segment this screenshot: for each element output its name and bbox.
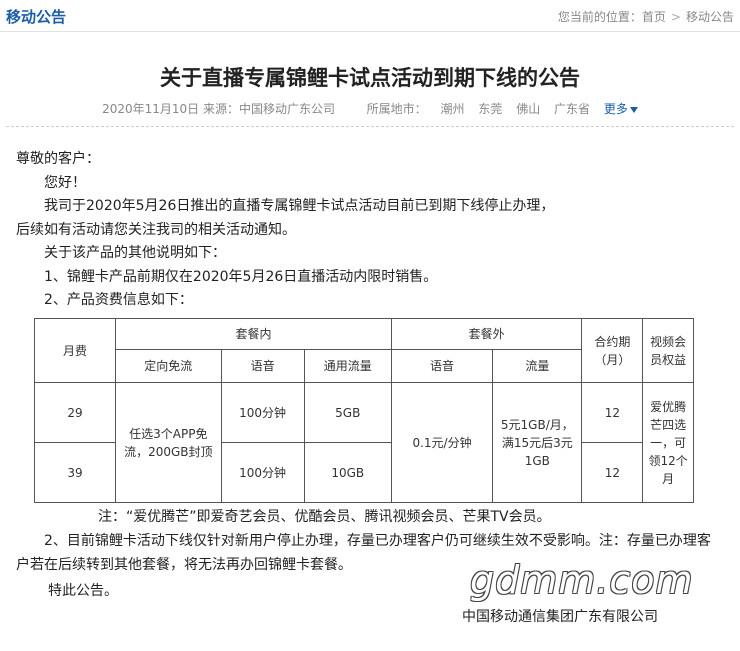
- breadcrumb-home-link[interactable]: 首页: [642, 10, 666, 24]
- note-item-2: 2、产品资费信息如下：: [44, 292, 193, 308]
- header-package-out: 套餐外: [390, 318, 583, 350]
- fee-table: 月费 套餐内 套餐外 合约期（月） 视频会员权益 定向免流 语音 通用流量 语音…: [33, 318, 694, 503]
- region-link-chaozhou[interactable]: 潮州: [441, 102, 465, 116]
- note-item-1: 1、锦鲤卡产品前期仅在2020年5月26日直播活动内限时销售。: [44, 268, 438, 285]
- region-link-dongguan[interactable]: 东莞: [478, 102, 502, 116]
- row2-fee: 39: [33, 442, 117, 503]
- table-header-row: 月费 套餐内 套餐外 合约期（月） 视频会员权益: [33, 318, 694, 383]
- subheader-data: 通用流量: [303, 349, 392, 383]
- greeting: 尊敬的客户：: [16, 151, 100, 167]
- paragraph-1: 我司于2020年5月26日推出的直播专属锦鲤卡试点活动目前已到期下线停止办理，: [44, 198, 555, 214]
- more-label: 更多: [603, 102, 628, 116]
- closing-text: 特此公告。: [48, 583, 118, 599]
- subheader-flow-out: 流量: [492, 349, 583, 383]
- row2-data: 10GB: [303, 442, 392, 503]
- breadcrumb-prefix: 您当前的位置：: [557, 10, 642, 24]
- row1-voice: 100分钟: [220, 382, 305, 443]
- top-bar: 移动公告 您当前的位置：首页 > 移动公告: [0, 0, 740, 32]
- directed-traffic-value: 任选3个APP免流，200GB封顶: [115, 382, 222, 503]
- subheader-voice-in: 语音: [220, 349, 305, 383]
- section-title[interactable]: 移动公告: [6, 6, 66, 27]
- header-contract-term: 合约期（月）: [581, 318, 644, 383]
- publish-date: 2020年11月10日: [102, 102, 200, 116]
- region-link-foshan[interactable]: 佛山: [516, 102, 540, 116]
- row1-term: 12: [581, 382, 644, 443]
- breadcrumb-separator: >: [670, 10, 681, 24]
- row2-term: 12: [581, 442, 644, 503]
- region-link-guangdong[interactable]: 广东省: [554, 102, 590, 116]
- header-package-in: 套餐内: [115, 318, 392, 350]
- watermark: gdmm.com: [470, 558, 694, 602]
- subheader-voice-out: 语音: [390, 349, 494, 383]
- table-note: 注：“爱优腾芒”即爱奇艺会员、优酷会员、腾讯视频会员、芒果TV会员。: [98, 509, 551, 525]
- signature: 中国移动通信集团广东有限公司: [462, 609, 658, 625]
- dropdown-arrow-icon: [629, 106, 638, 113]
- hello: 您好！: [44, 174, 86, 191]
- subheader-directed: 定向免流: [115, 349, 222, 383]
- breadcrumb: 您当前的位置：首页 > 移动公告: [558, 8, 734, 25]
- more-regions-button[interactable]: 更多: [604, 102, 638, 116]
- paragraph-1-continued: 后续如有活动请您关注我司的相关活动通知。: [16, 221, 296, 238]
- table-row: 29 任选3个APP免流，200GB封顶 100分钟 5GB 0.1元/分钟 5…: [33, 382, 694, 503]
- region-label: 所属地市：: [366, 102, 427, 116]
- article-body: 尊敬的客户： 您好！ 我司于2020年5月26日推出的直播专属锦鲤卡试点活动目前…: [16, 148, 716, 313]
- article-title: 关于直播专属锦鲤卡试点活动到期下线的公告: [160, 66, 580, 90]
- flow-out-value: 5元1GB/月，满15元后3元1GB: [492, 382, 583, 503]
- header-video-benefit: 视频会员权益: [642, 318, 694, 383]
- other-notes-intro: 关于该产品的其他说明如下：: [44, 245, 226, 261]
- source: 来源：中国移动广东公司: [203, 102, 336, 116]
- video-benefit-value: 爱优腾芒四选一，可领12个月: [642, 382, 694, 503]
- header-fee: 月费: [33, 318, 117, 383]
- row1-data: 5GB: [303, 382, 392, 443]
- meta-divider: [6, 126, 734, 127]
- row1-fee: 29: [33, 382, 117, 443]
- row2-voice: 100分钟: [220, 442, 305, 503]
- breadcrumb-current-link[interactable]: 移动公告: [686, 10, 734, 24]
- voice-out-value: 0.1元/分钟: [390, 382, 494, 503]
- article-meta: 2020年11月10日 来源：中国移动广东公司 所属地市： 潮州 东莞 佛山 广…: [0, 100, 740, 117]
